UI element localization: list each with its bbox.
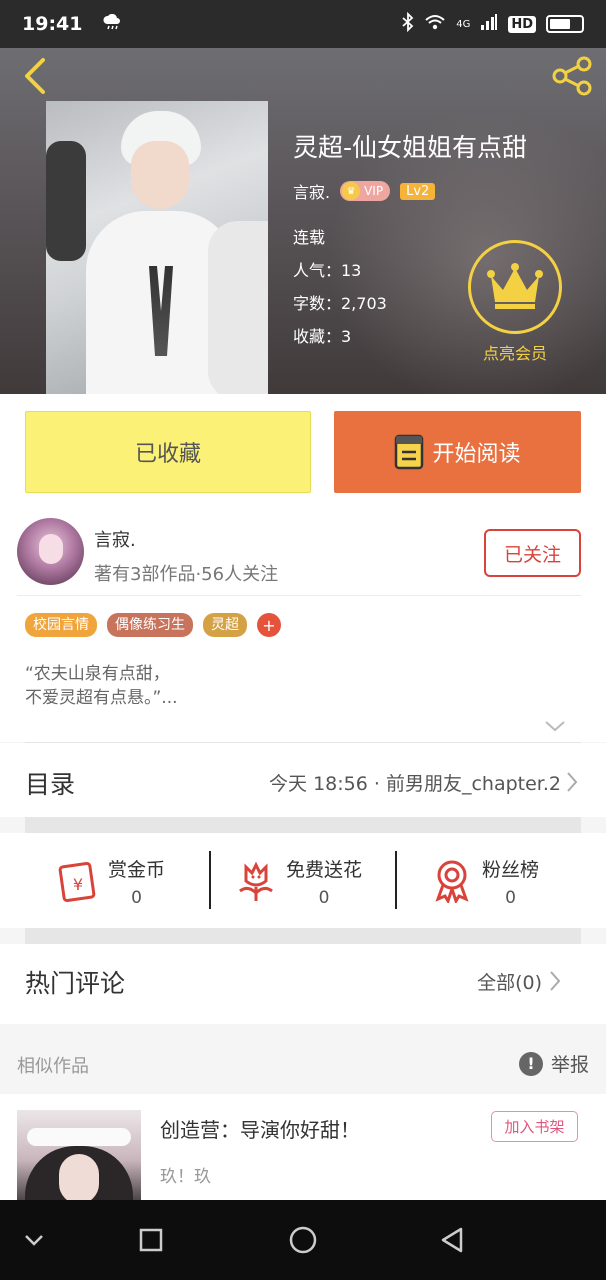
book-author-line: 言寂. ♛ VIP Lv2: [293, 179, 436, 203]
circle-icon: [289, 1226, 317, 1254]
triangle-back-icon: [441, 1227, 463, 1253]
book-author[interactable]: 言寂.: [293, 179, 330, 203]
all-comments-link[interactable]: 全部(0): [477, 968, 542, 995]
stat-label: 赏金币: [108, 858, 166, 881]
add-tag-button[interactable]: +: [257, 613, 281, 637]
tag-idol-trainee[interactable]: 偶像练习生: [107, 613, 193, 637]
add-to-shelf-button[interactable]: 加入书架: [491, 1111, 578, 1142]
network-type: 4G: [456, 18, 471, 30]
exclamation-icon: !: [518, 1051, 543, 1076]
member-label: 点亮会员: [482, 344, 547, 363]
start-reading-label: 开始阅读: [432, 442, 521, 467]
start-reading-button[interactable]: 开始阅读: [334, 411, 581, 493]
signal-icon: [480, 13, 498, 35]
square-icon: [139, 1228, 163, 1252]
become-member-button[interactable]: 点亮会员: [466, 240, 564, 364]
ribbon-medal-icon: [435, 860, 469, 903]
author-section: 言寂. 著有3部作品·56人关注 已关注 校园言情 偶像练习生 灵超 + “农夫…: [0, 502, 606, 743]
chevron-down-icon: [545, 721, 565, 732]
system-nav-bar: [0, 1200, 606, 1280]
author-name[interactable]: 言寂.: [94, 526, 136, 552]
crown-icon: ♛: [342, 182, 361, 200]
follow-button[interactable]: 已关注: [484, 529, 581, 577]
hd-badge: HD: [508, 15, 536, 33]
send-flower-button[interactable]: 免费送花 0: [236, 851, 406, 911]
similar-works-header: 相似作品 ! 举报: [0, 1024, 606, 1094]
hot-comments-row[interactable]: 热门评论 全部(0): [0, 944, 606, 1024]
divider: [395, 851, 397, 909]
support-stats: ¥ 赏金币 0 免费送花 0 粉丝榜 0: [0, 833, 606, 928]
share-button[interactable]: [548, 56, 596, 96]
latest-chapter: 今天 18:56 · 前男朋友_chapter.2: [269, 773, 561, 795]
expand-description-button[interactable]: [544, 718, 566, 732]
chevron-down-icon: [25, 1235, 43, 1246]
description-line: 不爱灵超有点悬。”...: [25, 688, 178, 708]
tag-list: 校园言情 偶像练习生 灵超 +: [25, 613, 281, 637]
section-separator: [25, 928, 581, 944]
back-button[interactable]: [14, 56, 54, 96]
work-author: 玖！玖: [160, 1167, 211, 1187]
svg-text:¥: ¥: [73, 875, 83, 894]
cloud-rain-icon: [102, 13, 122, 34]
stat-label: 免费送花: [286, 858, 363, 881]
work-cover: [17, 1110, 141, 1200]
avatar[interactable]: [17, 518, 84, 585]
wifi-icon: [424, 13, 446, 35]
flower-icon: [239, 861, 273, 901]
book-header: 灵超-仙女姐姐有点甜 言寂. ♛ VIP Lv2 连载 人气：13 字数：2,70…: [0, 48, 606, 394]
chevron-right-icon: [550, 971, 561, 991]
similar-works-title: 相似作品: [17, 1056, 89, 1077]
book-popularity: 人气：13: [293, 261, 362, 280]
chevron-left-icon: [25, 58, 45, 94]
author-stats: 著有3部作品·56人关注: [94, 564, 279, 585]
nav-collapse-button[interactable]: [14, 1220, 54, 1260]
section-separator: [25, 817, 581, 833]
back-nav-button[interactable]: [432, 1220, 472, 1260]
recent-apps-button[interactable]: [131, 1220, 171, 1260]
status-time: 19:41: [22, 13, 83, 35]
description-line: “农夫山泉有点甜，: [25, 664, 170, 684]
divider: [17, 595, 581, 596]
book-title: 灵超-仙女姐姐有点甜: [293, 133, 528, 162]
status-icons: 4G HD: [402, 11, 584, 36]
tag-campus-romance[interactable]: 校园言情: [25, 613, 97, 637]
book-description: “农夫山泉有点甜， 不爱灵超有点悬。”...: [25, 662, 178, 710]
battery-icon: [546, 15, 584, 33]
book-cover: [46, 101, 268, 394]
divider: [209, 851, 211, 909]
bluetooth-icon: [402, 11, 414, 36]
book-favorites: 收藏：3: [293, 327, 352, 346]
crown-icon: [487, 263, 543, 309]
hot-comments-title: 热门评论: [25, 969, 126, 998]
work-title: 创造营：导演你好甜！: [160, 1118, 360, 1142]
home-button[interactable]: [283, 1220, 323, 1260]
stat-value: 0: [318, 887, 330, 908]
catalog-title: 目录: [25, 770, 76, 799]
stat-label: 粉丝榜: [482, 858, 540, 881]
share-icon: [552, 56, 592, 96]
catalog-row[interactable]: 目录 今天 18:56 · 前男朋友_chapter.2: [0, 743, 606, 817]
similar-work-item[interactable]: 创造营：导演你好甜！ 玖！玖 加入书架: [0, 1094, 606, 1200]
book-icon: [395, 434, 424, 470]
book-status: 连载: [293, 228, 326, 247]
fan-ranking-button[interactable]: 粉丝榜 0: [432, 851, 602, 911]
red-envelope-icon: ¥: [58, 861, 96, 903]
stat-value: 0: [131, 887, 142, 908]
status-bar: 19:41 4G HD: [0, 0, 606, 48]
tag-lingchao[interactable]: 灵超: [203, 613, 247, 637]
chevron-right-icon: [567, 772, 578, 792]
level-badge: Lv2: [400, 182, 436, 200]
book-word-count: 字数：2,703: [293, 294, 387, 313]
stat-value: 0: [505, 887, 516, 908]
favorited-button[interactable]: 已收藏: [25, 411, 311, 493]
reward-coins-button[interactable]: ¥ 赏金币 0: [58, 851, 228, 911]
report-button[interactable]: ! 举报: [518, 1050, 589, 1077]
action-bar: 已收藏 开始阅读: [0, 394, 606, 502]
vip-badge: ♛ VIP: [340, 181, 391, 201]
report-label: 举报: [550, 1054, 589, 1076]
